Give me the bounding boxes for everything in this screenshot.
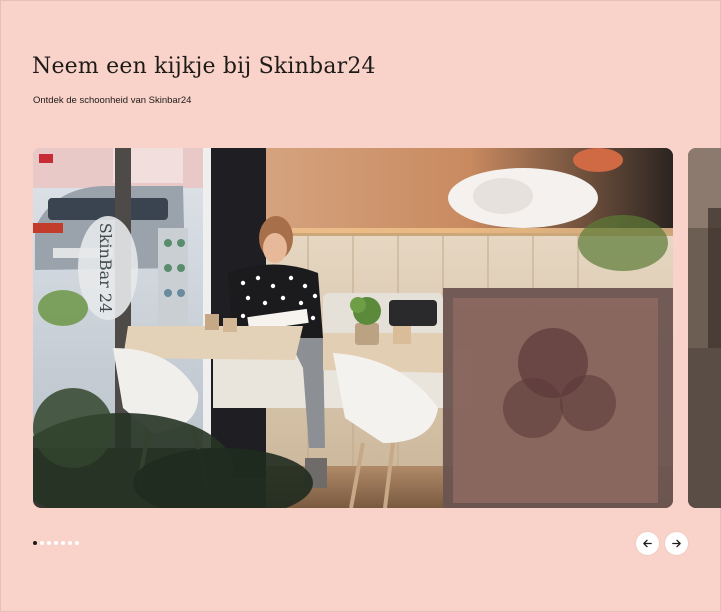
pagination-dot[interactable] [54,541,58,545]
pagination-dot[interactable] [40,541,44,545]
arrow-right-icon [672,539,681,548]
next-slide-button[interactable] [665,532,688,555]
gallery-slide-active[interactable]: SkinBar 24 [33,148,673,508]
pagination-dot[interactable] [47,541,51,545]
salon-photo: SkinBar 24 [33,148,673,508]
pagination-dot[interactable] [61,541,65,545]
pagination-dot[interactable] [33,541,37,545]
arrow-left-icon [643,539,652,548]
gallery-pagination [33,541,79,545]
section-title: Neem een kijkje bij Skinbar24 [32,54,376,79]
pagination-dot[interactable] [75,541,79,545]
window-lettering: SkinBar 24 [96,223,115,313]
next-slide-photo [688,148,721,508]
gallery-slide-next[interactable] [688,148,721,508]
previous-slide-button[interactable] [636,532,659,555]
section-subtitle: Ontdek de schoonheid van Skinbar24 [33,95,192,106]
pagination-dot[interactable] [68,541,72,545]
